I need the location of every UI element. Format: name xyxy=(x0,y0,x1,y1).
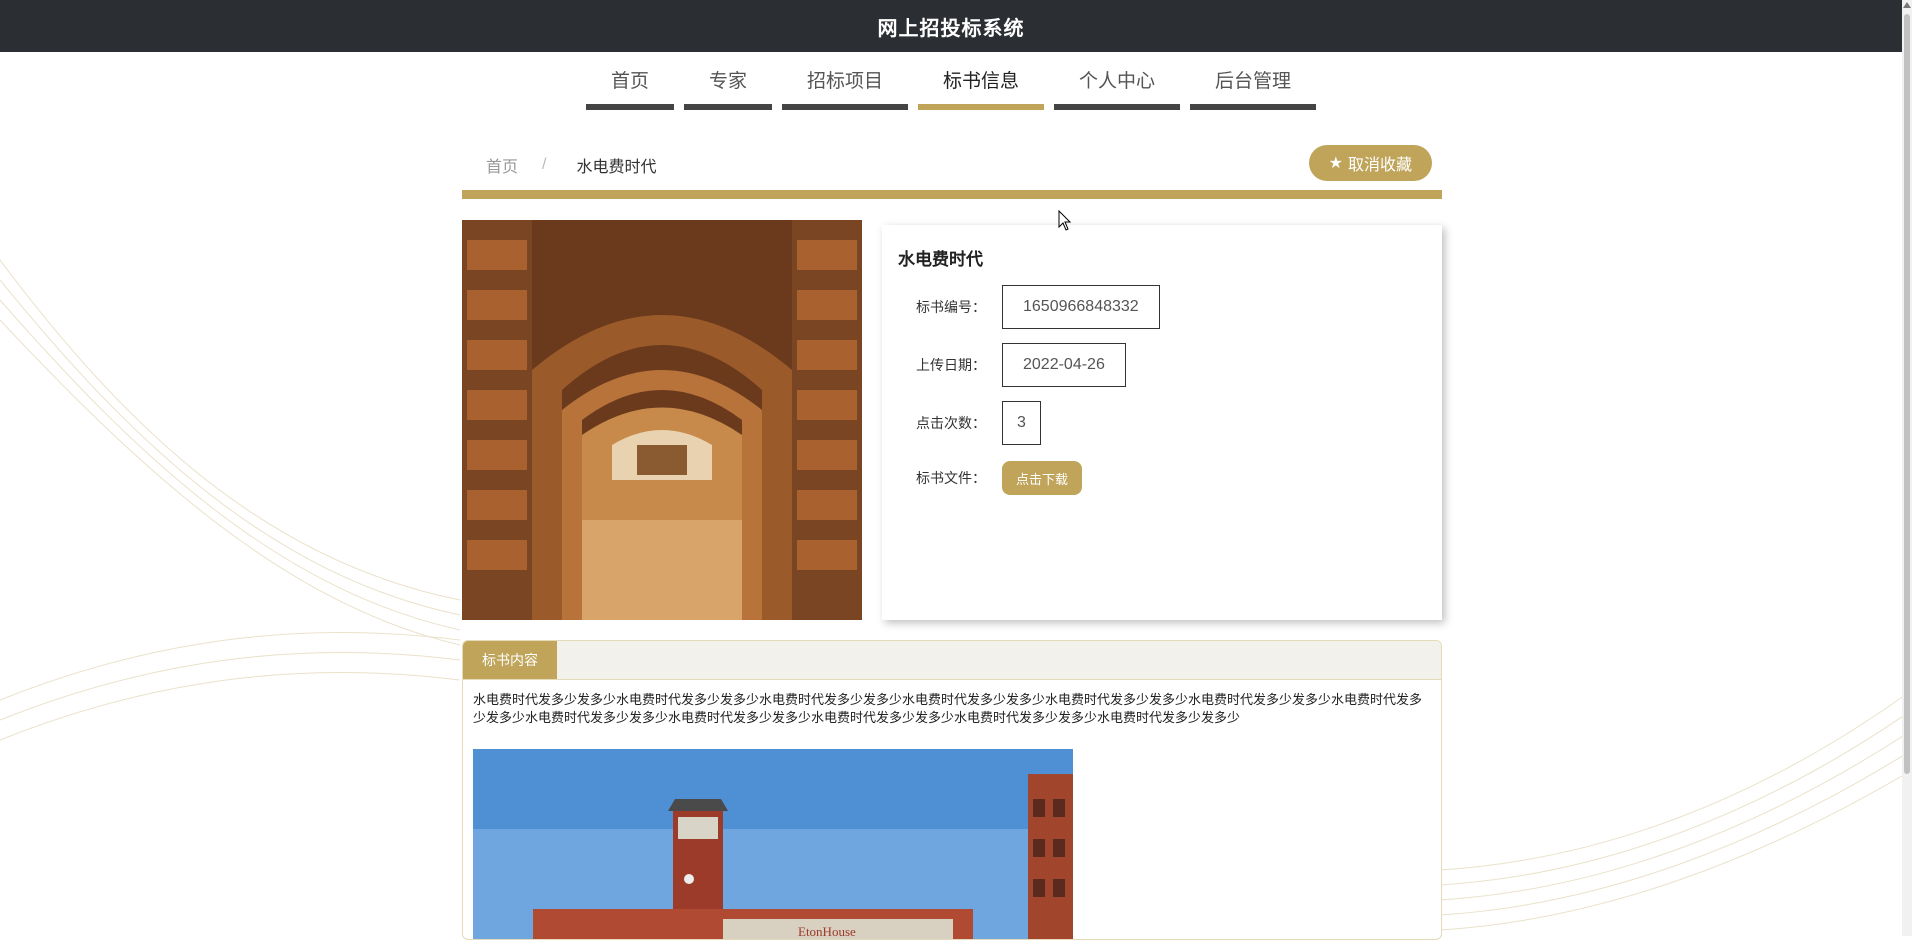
nav-item-bid-docs[interactable]: 标书信息 xyxy=(918,54,1045,110)
main-nav: 首页 专家 招标项目 标书信息 个人中心 后台管理 xyxy=(0,52,1902,116)
cancel-favorite-button[interactable]: ★ 取消收藏 xyxy=(1308,145,1432,181)
click-count-value: 3 xyxy=(1002,401,1041,445)
content-building-image: EtonHouse xyxy=(473,749,1073,939)
download-button[interactable]: 点击下载 xyxy=(1002,461,1083,495)
nav-item-experts[interactable]: 专家 xyxy=(683,54,772,110)
scrollbar-thumb[interactable] xyxy=(1904,14,1910,774)
field-label: 标书文件： xyxy=(916,470,986,486)
content-tabs: 标书内容 xyxy=(463,641,1441,680)
breadcrumb-home-link[interactable]: 首页 xyxy=(486,153,518,177)
upload-date-value: 2022-04-26 xyxy=(1002,343,1126,387)
field-label: 点击次数： xyxy=(916,415,986,431)
info-row-upload-date: 上传日期： 2022-04-26 xyxy=(916,343,1126,387)
info-row-number: 标书编号： 1650966848332 xyxy=(916,285,1160,329)
nav-item-projects[interactable]: 招标项目 xyxy=(781,54,908,110)
field-label: 标书编号： xyxy=(916,299,986,315)
scroll-up-arrow-icon[interactable] xyxy=(1903,2,1911,8)
bid-doc-title: 水电费时代 xyxy=(898,250,983,269)
field-label: 上传日期： xyxy=(916,357,986,373)
breadcrumb-separator: / xyxy=(542,156,547,173)
mouse-cursor-icon xyxy=(1058,210,1072,231)
nav-item-admin[interactable]: 后台管理 xyxy=(1190,54,1317,110)
vertical-scrollbar[interactable] xyxy=(1902,0,1912,936)
star-icon: ★ xyxy=(1328,155,1343,172)
content-text: 水电费时代发多少发多少水电费时代发多少发多少水电费时代发多少发多少水电费时代发多… xyxy=(473,692,1423,725)
nav-item-home[interactable]: 首页 xyxy=(585,54,674,110)
content-section: 标书内容 水电费时代发多少发多少水电费时代发多少发多少水电费时代发多少发多少水电… xyxy=(462,640,1442,940)
info-row-click-count: 点击次数： 3 xyxy=(916,401,1041,445)
building-sign-text: EtonHouse xyxy=(798,924,856,939)
breadcrumb: 首页 / 水电费时代 xyxy=(462,140,1442,190)
bid-doc-cover-image xyxy=(462,220,862,620)
cancel-favorite-label: 取消收藏 xyxy=(1347,157,1412,174)
info-row-file: 标书文件： 点击下载 xyxy=(916,461,1083,495)
top-header: 网上招投标系统 xyxy=(0,0,1902,52)
nav-item-personal-center[interactable]: 个人中心 xyxy=(1054,54,1181,110)
divider-bar xyxy=(462,190,1442,199)
bid-doc-info-card: 水电费时代 标书编号： 1650966848332 上传日期： 2022-04-… xyxy=(882,225,1442,620)
tab-bid-content[interactable]: 标书内容 xyxy=(463,641,557,679)
app-title: 网上招投标系统 xyxy=(877,17,1025,40)
breadcrumb-current: 水电费时代 xyxy=(576,159,657,176)
bid-number-value: 1650966848332 xyxy=(1002,285,1160,329)
